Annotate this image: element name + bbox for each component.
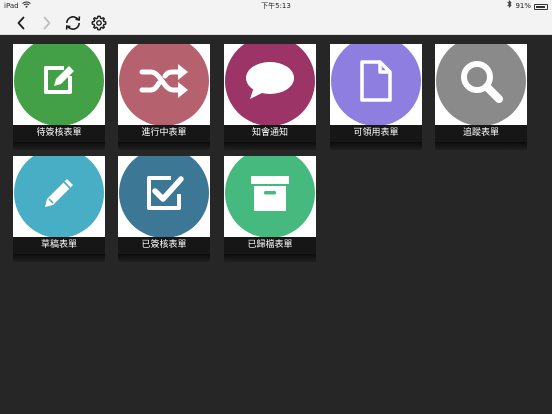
- status-bar: iPad 下午5:13 91%: [0, 0, 552, 12]
- tile-available-forms[interactable]: 可領用表單: [330, 44, 422, 150]
- tile-label: 已歸檔表單: [224, 237, 316, 254]
- bluetooth-icon: [507, 0, 513, 12]
- tile-icon-circle: [14, 156, 104, 238]
- settings-button[interactable]: [89, 14, 109, 32]
- archive-icon: [251, 176, 289, 211]
- tile-card: 知會通知: [224, 44, 316, 142]
- tile-icon-circle: [436, 44, 526, 126]
- tile-draft-forms[interactable]: 草稿表單: [13, 156, 105, 262]
- tile-icon-circle: [119, 156, 209, 238]
- tile-card: 待簽核表單: [13, 44, 105, 142]
- tile-label: 已簽核表單: [118, 237, 210, 254]
- tile-label: 待簽核表單: [13, 125, 105, 142]
- tile-icon-circle: [119, 44, 209, 126]
- back-button[interactable]: [11, 14, 31, 32]
- tile-archived-forms[interactable]: 已歸檔表單: [224, 156, 316, 262]
- toolbar: [0, 12, 552, 35]
- battery-percent: 91%: [515, 2, 531, 10]
- tile-pending-forms[interactable]: 待簽核表單: [13, 44, 105, 150]
- status-bar-time: 下午5:13: [261, 2, 291, 10]
- gear-icon: [91, 15, 107, 31]
- tile-tracked-forms[interactable]: 追蹤表單: [435, 44, 527, 150]
- tile-card: 已歸檔表單: [224, 156, 316, 254]
- tile-in-progress-forms[interactable]: 進行中表單: [118, 44, 210, 150]
- tile-card: 已簽核表單: [118, 156, 210, 254]
- search-icon: [461, 61, 503, 103]
- pencil-icon: [45, 179, 73, 207]
- edit-icon: [44, 66, 74, 94]
- checkbox-icon: [147, 176, 184, 210]
- tile-label: 進行中表單: [118, 125, 210, 142]
- tile-icon-circle: [225, 44, 315, 126]
- tile-icon-circle: [331, 44, 421, 126]
- tile-card: 可領用表單: [330, 44, 422, 142]
- tile-notifications[interactable]: 知會通知: [224, 44, 316, 150]
- battery-icon: [534, 4, 548, 10]
- tile-label: 可領用表單: [330, 125, 422, 142]
- forward-button[interactable]: [37, 14, 57, 32]
- chevron-left-icon: [17, 16, 25, 30]
- status-bar-right: 91%: [507, 0, 548, 12]
- tile-signed-forms[interactable]: 已簽核表單: [118, 156, 210, 262]
- tile-card: 草稿表單: [13, 156, 105, 254]
- tile-card: 進行中表單: [118, 44, 210, 142]
- tile-label: 追蹤表單: [435, 125, 527, 142]
- tile-icon-circle: [14, 44, 104, 126]
- tile-icon-circle: [225, 156, 315, 238]
- refresh-icon: [65, 16, 81, 30]
- refresh-button[interactable]: [63, 14, 83, 32]
- tile-card: 追蹤表單: [435, 44, 527, 142]
- speech-bubble-icon: [246, 62, 294, 99]
- tile-label: 知會通知: [224, 125, 316, 142]
- document-icon: [360, 60, 392, 102]
- tile-label: 草稿表單: [13, 237, 105, 254]
- shuffle-icon: [139, 64, 188, 98]
- chevron-right-icon: [43, 16, 51, 30]
